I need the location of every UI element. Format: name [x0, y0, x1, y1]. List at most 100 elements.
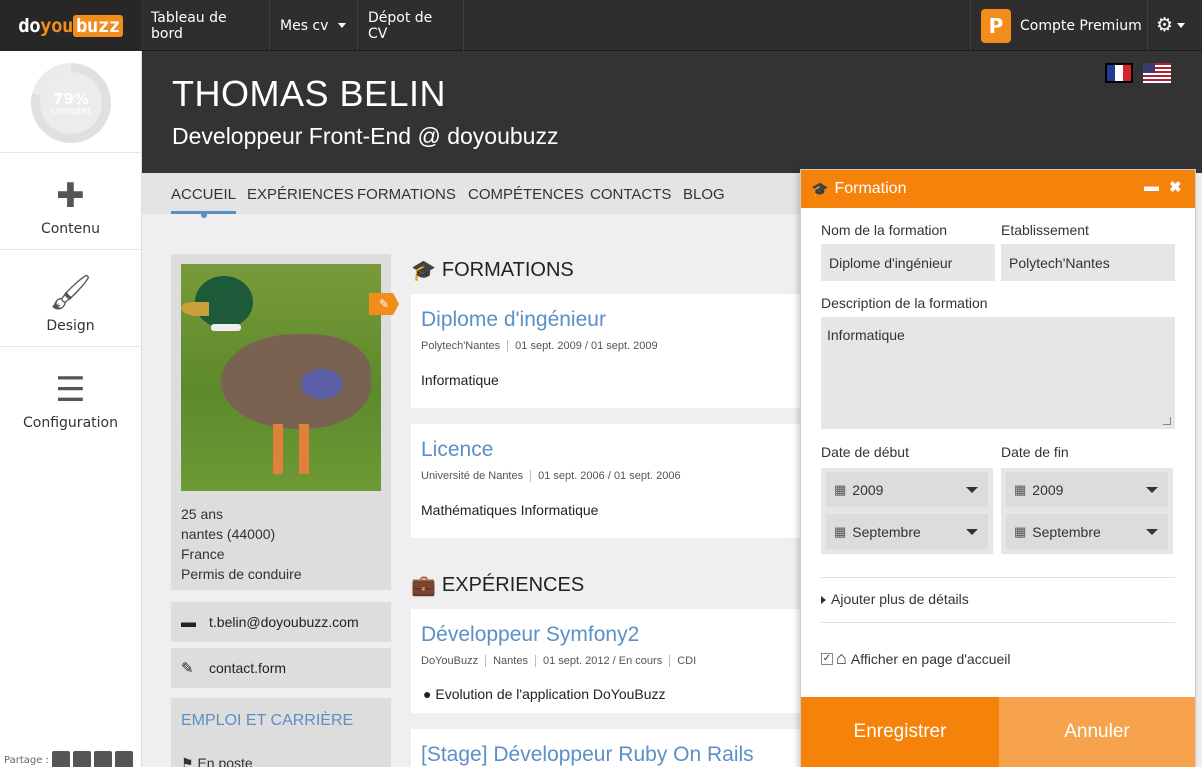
- sidebar-item-design[interactable]: 🖌 Design: [0, 249, 141, 346]
- french-flag-icon[interactable]: [1105, 63, 1133, 83]
- chevron-down-icon: [1177, 22, 1186, 28]
- tab-experiences[interactable]: EXPÉRIENCES: [247, 173, 354, 214]
- email-contact[interactable]: ▬ t.belin@doyoubuzz.com: [171, 602, 391, 642]
- share-icon[interactable]: [114, 751, 133, 767]
- formation-edit-panel: 🎓 Formation ▬ ✖ Nom de la formation Etab…: [800, 169, 1196, 767]
- experience-title[interactable]: Développeur Symfony2: [421, 623, 639, 647]
- formation-title[interactable]: Diplome d'ingénieur: [421, 308, 606, 332]
- sliders-icon: ☰: [55, 370, 86, 410]
- tab-contacts[interactable]: CONTACTS: [590, 173, 671, 214]
- profile-photo[interactable]: [181, 264, 381, 491]
- logo-do: do: [18, 14, 41, 37]
- add-more-details-toggle[interactable]: Ajouter plus de détails: [821, 591, 969, 607]
- profile-info: 25 ans nantes (44000) France Permis de c…: [181, 504, 302, 584]
- tab-skills[interactable]: COMPÉTENCES: [468, 173, 584, 214]
- formation-name-input[interactable]: Diplome d'ingénieur: [821, 244, 995, 281]
- show-on-home-checkbox[interactable]: ✓ ⌂ Afficher en page d'accueil: [821, 648, 1011, 669]
- experience-card[interactable]: Développeur Symfony2 DoYouBuzz Nantes 01…: [411, 609, 802, 713]
- facebook-icon[interactable]: [72, 751, 91, 767]
- experience-meta: DoYouBuzz Nantes 01 sept. 2012 / En cour…: [421, 655, 703, 667]
- start-year-value: 2009: [852, 481, 884, 498]
- start-year-select[interactable]: ▦ 2009: [826, 472, 988, 507]
- end-year-value: 2009: [1032, 481, 1064, 498]
- formation-description: Informatique: [421, 372, 499, 388]
- experience-dates: 01 sept. 2012 / En cours: [534, 655, 669, 667]
- minimize-icon[interactable]: ▬: [1144, 178, 1159, 195]
- chevron-down-icon: [966, 487, 978, 493]
- description-textarea[interactable]: Informatique: [821, 317, 1175, 429]
- edit-pencil-icon[interactable]: ✎: [369, 293, 399, 315]
- employment-status: ⚑ En poste: [181, 755, 253, 767]
- envelope-icon: ▬: [181, 613, 196, 631]
- save-label: Enregistrer: [853, 721, 947, 742]
- twitter-icon[interactable]: [51, 751, 70, 767]
- settings-menu[interactable]: ⚙: [1156, 13, 1196, 37]
- nav-my-cvs-label: Mes cv: [280, 17, 329, 34]
- doyoubuzz-logo[interactable]: do you buzz: [0, 0, 141, 51]
- end-date-label: Date de fin: [1001, 444, 1069, 460]
- formation-meta: Université de Nantes 01 sept. 2006 / 01 …: [421, 470, 688, 482]
- save-button[interactable]: Enregistrer: [801, 697, 999, 767]
- resize-handle-icon[interactable]: [1163, 417, 1171, 425]
- sidebar-item-label: Contenu: [40, 221, 101, 237]
- start-month-select[interactable]: ▦ Septembre: [826, 514, 988, 549]
- experience-title[interactable]: [Stage] Développeur Ruby On Rails: [421, 743, 754, 767]
- chevron-down-icon: [1146, 487, 1158, 493]
- nav-cv-upload[interactable]: Dépot de CV: [358, 0, 464, 51]
- panel-title: Formation: [834, 180, 907, 197]
- home-icon: ⌂: [836, 648, 847, 668]
- school-value: Polytech'Nantes: [1009, 254, 1110, 271]
- premium-label: Compte Premium: [1020, 17, 1142, 34]
- formation-card[interactable]: Diplome d'ingénieur Polytech'Nantes 01 s…: [411, 294, 802, 408]
- sidebar-item-content[interactable]: ✚ Contenu: [0, 152, 141, 249]
- share-bar: Partage :: [4, 751, 133, 767]
- us-flag-icon[interactable]: [1143, 63, 1171, 83]
- close-icon[interactable]: ✖: [1169, 178, 1182, 196]
- end-month-value: Septembre: [1032, 523, 1101, 540]
- experience-company: DoYouBuzz: [421, 655, 479, 667]
- tab-blog[interactable]: BLOG: [683, 173, 725, 214]
- school-input[interactable]: Polytech'Nantes: [1001, 244, 1175, 281]
- brush-icon: 🖌: [48, 273, 93, 313]
- cancel-label: Annuler: [1064, 721, 1130, 742]
- formation-dates: 01 sept. 2009 / 01 sept. 2009: [507, 340, 665, 352]
- experiences-heading: 💼 EXPÉRIENCES: [411, 573, 584, 598]
- cancel-button[interactable]: Annuler: [999, 697, 1195, 767]
- graduation-cap-icon: 🎓: [411, 260, 436, 282]
- sidebar-item-label: Configuration: [23, 415, 118, 431]
- formation-name-label: Nom de la formation: [821, 222, 948, 238]
- experience-card[interactable]: [Stage] Développeur Ruby On Rails: [411, 729, 802, 767]
- calendar-icon: ▦: [834, 523, 847, 539]
- description-label: Description de la formation: [821, 295, 988, 311]
- sidebar-item-configuration[interactable]: ☰ Configuration: [0, 346, 141, 443]
- checkbox-checked-icon[interactable]: ✓: [821, 652, 833, 665]
- profile-age: 25 ans: [181, 506, 224, 522]
- formation-card[interactable]: Licence Université de Nantes 01 sept. 20…: [411, 424, 802, 538]
- contact-form-link[interactable]: ✎ contact.form: [171, 648, 391, 688]
- formation-school: Université de Nantes: [421, 470, 524, 482]
- formation-description: Mathématiques Informatique: [421, 502, 599, 518]
- email-text: t.belin@doyoubuzz.com: [209, 614, 359, 630]
- end-year-select[interactable]: ▦ 2009: [1006, 472, 1168, 507]
- calendar-icon: ▦: [1014, 481, 1027, 497]
- cv-tabs: ACCUEIL EXPÉRIENCES FORMATIONS COMPÉTENC…: [142, 173, 802, 218]
- profile-city: nantes (44000): [181, 526, 276, 542]
- start-date-group: ▦ 2009 ▦ Septembre: [821, 468, 993, 554]
- start-date-label: Date de début: [821, 444, 909, 460]
- end-month-select[interactable]: ▦ Septembre: [1006, 514, 1168, 549]
- premium-badge-letter: P: [988, 13, 1004, 38]
- employment-card: EMPLOI ET CARRIÈRE ⚑ En poste: [171, 698, 391, 767]
- chevron-down-icon: [338, 23, 347, 28]
- tab-formations[interactable]: FORMATIONS: [357, 173, 456, 214]
- premium-account-button[interactable]: P Compte Premium: [970, 0, 1148, 51]
- nav-my-cvs[interactable]: Mes cv: [270, 0, 358, 51]
- tab-home[interactable]: ACCUEIL: [171, 173, 237, 218]
- nav-cv-upload-label: Dépot de CV: [368, 9, 433, 42]
- profile-country: France: [181, 546, 225, 562]
- formation-title[interactable]: Licence: [421, 438, 493, 462]
- formations-title: FORMATIONS: [441, 259, 574, 281]
- nav-dashboard[interactable]: Tableau de bord: [141, 0, 270, 51]
- school-label: Etablissement: [1001, 222, 1089, 238]
- linkedin-icon[interactable]: [93, 751, 112, 767]
- logo-you: you: [40, 14, 73, 37]
